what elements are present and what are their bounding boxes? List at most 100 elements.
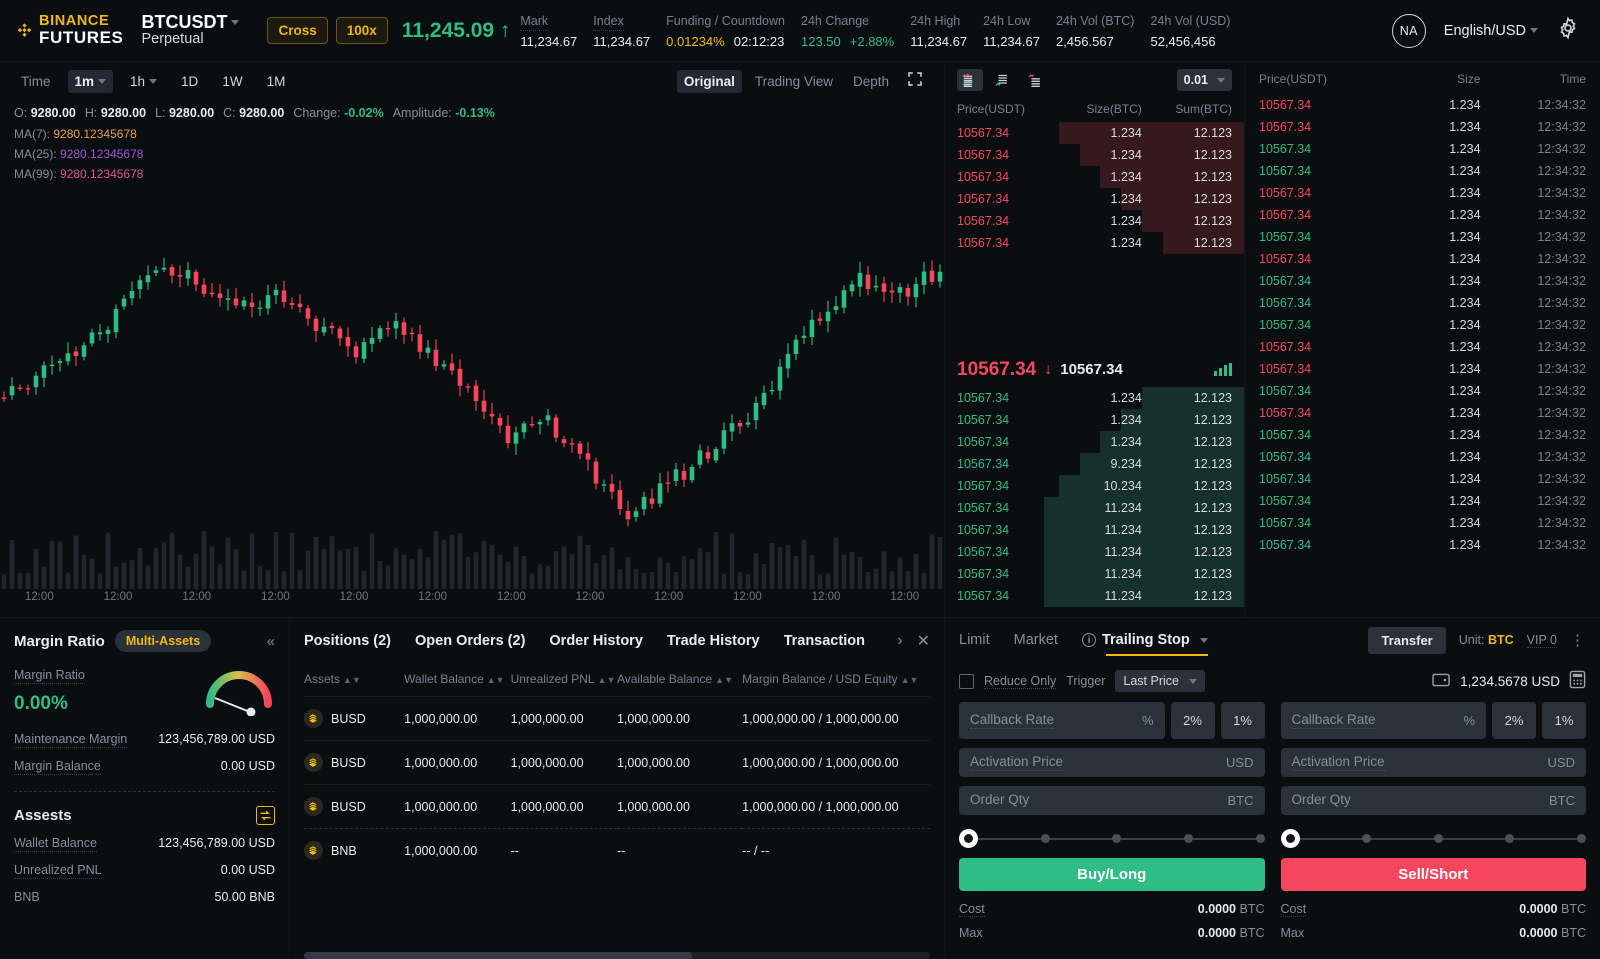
vip-level[interactable]: VIP 0 (1526, 633, 1557, 648)
buy-callback-rate-input[interactable]: Callback Rate % (959, 702, 1165, 739)
trade-row: 10567.34 1.234 12:34:32 (1245, 204, 1600, 226)
tab-transaction[interactable]: Transaction (784, 633, 865, 649)
fullscreen-icon[interactable] (902, 70, 930, 93)
gear-icon[interactable] (1556, 16, 1580, 45)
multi-assets-chip[interactable]: Multi-Assets (114, 630, 212, 652)
buy-long-button[interactable]: Buy/Long (959, 858, 1265, 891)
stat-mark[interactable]: Mark 11,234.67 (520, 11, 577, 51)
sell-slider-node-75[interactable] (1505, 834, 1515, 844)
table-row[interactable]: BUSD 1,000,000.00 1,000,000.00 1,000,000.00… (304, 696, 930, 741)
table-row[interactable]: BNB 1,000,000.00 -- -- -- / -- (304, 828, 930, 872)
order-book-bid-row[interactable]: 10567.34 11.234 12.123 (945, 562, 1244, 585)
transfer-arrows-icon[interactable] (256, 806, 275, 825)
tick-size-select[interactable]: 0.01 (1176, 69, 1232, 91)
chart-view-trading-view[interactable]: Trading View (748, 70, 840, 93)
buy-quick-2pct[interactable]: 2% (1170, 702, 1215, 739)
order-book-ask-row[interactable]: 10567.34 1.234 12.123 (945, 144, 1244, 166)
stat-index[interactable]: Index 11,234.67 (593, 11, 650, 51)
order-book-bid-row[interactable]: 10567.34 11.234 12.123 (945, 518, 1244, 541)
sell-slider-node-50[interactable] (1433, 834, 1443, 844)
sell-order-qty-input[interactable]: Order Qty BTC (1280, 785, 1586, 815)
sell-quick-2pct[interactable]: 2% (1492, 702, 1536, 739)
buy-slider-node-25[interactable] (1040, 834, 1050, 844)
margin-balance-row: Margin Balance 0.00 USD (14, 759, 275, 775)
buy-quick-1pct[interactable]: 1% (1220, 702, 1265, 739)
interval-1d[interactable]: 1D (174, 70, 205, 93)
table-row[interactable]: BUSD 1,000,000.00 1,000,000.00 1,000,000.00… (304, 784, 930, 829)
binance-futures-logo[interactable]: BINANCE FUTURES (16, 13, 123, 47)
tab-positions[interactable]: Positions (2) (304, 633, 391, 649)
table-horizontal-scrollbar[interactable] (304, 952, 930, 959)
pair-selector[interactable]: BTCUSDT Perpetual (141, 12, 253, 49)
order-book-ask-row[interactable]: 10567.34 1.234 12.123 (945, 188, 1244, 210)
table-header-row: Assets ▲▼ Wallet Balance ▲▼ Unrealized PNL… (304, 664, 930, 697)
trigger-select[interactable]: Last Price (1115, 670, 1205, 692)
sell-callback-rate-input[interactable]: Callback Rate % (1280, 702, 1486, 739)
order-book-ask-row[interactable]: 10567.34 1.234 12.123 (945, 232, 1244, 254)
order-book-ask-row[interactable]: 10567.34 1.234 12.123 (945, 122, 1244, 144)
order-book-bid-row[interactable]: 10567.34 10.234 12.123 (945, 474, 1244, 497)
order-book-bid-row[interactable]: 10567.34 9.234 12.123 (945, 452, 1244, 475)
buy-order-qty-input[interactable]: Order Qty BTC (959, 785, 1265, 815)
transfer-button[interactable]: Transfer (1368, 626, 1446, 654)
interval-1m[interactable]: 1m (67, 69, 114, 93)
tab-market[interactable]: Market (1014, 618, 1058, 662)
order-book-ask-row[interactable]: 10567.34 1.234 12.123 (945, 210, 1244, 232)
col-wallet-balance[interactable]: Wallet Balance ▲▼ (404, 664, 510, 697)
ma7-value: 9280.12345678 (53, 127, 137, 141)
sell-quick-1pct[interactable]: 1% (1542, 702, 1586, 739)
candlestick-plot[interactable] (0, 190, 944, 589)
col-available-balance[interactable]: Available Balance ▲▼ (617, 664, 742, 697)
order-book-bid-row[interactable]: 10567.34 1.234 12.123 (945, 408, 1244, 431)
order-book-bid-row[interactable]: 10567.34 1.234 12.123 (945, 386, 1244, 409)
col-margin-balance[interactable]: Margin Balance / USD Equity ▲▼ (742, 664, 930, 697)
sell-slider-node-25[interactable] (1362, 834, 1372, 844)
buy-slider-handle[interactable] (959, 829, 978, 849)
calculator-icon[interactable] (1569, 670, 1586, 692)
order-book-bid-row[interactable]: 10567.34 11.234 12.123 (945, 584, 1244, 607)
unit-display[interactable]: Unit: BTC (1459, 633, 1514, 647)
margin-mode-button[interactable]: Cross (267, 17, 328, 44)
col-assets[interactable]: Assets ▲▼ (304, 664, 404, 697)
chart-view-depth[interactable]: Depth (846, 70, 896, 93)
close-icon[interactable]: ✕ (917, 631, 930, 651)
stat-funding[interactable]: Funding / Countdown 0.01234% 02:12:23 (666, 11, 785, 50)
book-bids-icon[interactable] (990, 69, 1016, 91)
tab-trade-history[interactable]: Trade History (667, 633, 760, 649)
buy-amount-slider[interactable] (959, 826, 1265, 853)
sell-amount-slider[interactable] (1280, 826, 1586, 853)
sell-activation-price-input[interactable]: Activation Price USD (1280, 748, 1586, 777)
tab-limit[interactable]: Limit (959, 618, 990, 662)
leverage-button[interactable]: 100x (335, 17, 388, 44)
order-book-ask-row[interactable]: 10567.34 1.234 12.123 (945, 166, 1244, 188)
sell-slider-node-100[interactable] (1577, 834, 1586, 844)
interval-1M[interactable]: 1M (260, 70, 293, 93)
order-book-bid-row[interactable]: 10567.34 11.234 12.123 (945, 540, 1244, 563)
chart-view-original[interactable]: Original (676, 69, 742, 93)
tab-order-history[interactable]: Order History (549, 633, 642, 649)
book-both-icon[interactable] (957, 69, 983, 91)
sell-slider-handle[interactable] (1280, 829, 1300, 849)
buy-activation-price-input[interactable]: Activation Price USD (959, 748, 1265, 777)
ob-size: 1.234 (1110, 192, 1142, 206)
interval-1h[interactable]: 1h (123, 70, 164, 93)
col-unrealized-pnl[interactable]: Unrealized PNL ▲▼ (511, 664, 617, 697)
kebab-menu-icon[interactable]: ⋮ (1570, 631, 1586, 649)
chevron-right-icon[interactable]: › (897, 632, 902, 650)
buy-slider-node-50[interactable] (1112, 834, 1122, 844)
tab-trailing-stop[interactable]: i Trailing Stop (1081, 618, 1208, 662)
tab-open-orders[interactable]: Open Orders (2) (415, 633, 525, 649)
language-selector[interactable]: English/USD (1444, 23, 1538, 39)
book-asks-icon[interactable] (1023, 69, 1049, 91)
reduce-only-checkbox[interactable] (959, 673, 974, 689)
collapse-left-icon[interactable]: « (267, 633, 275, 650)
buy-slider-node-100[interactable] (1255, 834, 1265, 844)
sell-short-button[interactable]: Sell/Short (1280, 858, 1586, 891)
order-book-bid-row[interactable]: 10567.34 1.234 12.123 (945, 430, 1244, 453)
table-row[interactable]: BUSD 1,000,000.00 1,000,000.00 1,000,000.00… (304, 740, 930, 785)
interval-1w[interactable]: 1W (215, 70, 249, 93)
order-book-bid-row[interactable]: 10567.34 11.234 12.123 (945, 496, 1244, 519)
avatar[interactable]: NA (1391, 13, 1426, 48)
ob-price: 10567.34 (957, 544, 1010, 559)
buy-slider-node-75[interactable] (1183, 834, 1193, 844)
